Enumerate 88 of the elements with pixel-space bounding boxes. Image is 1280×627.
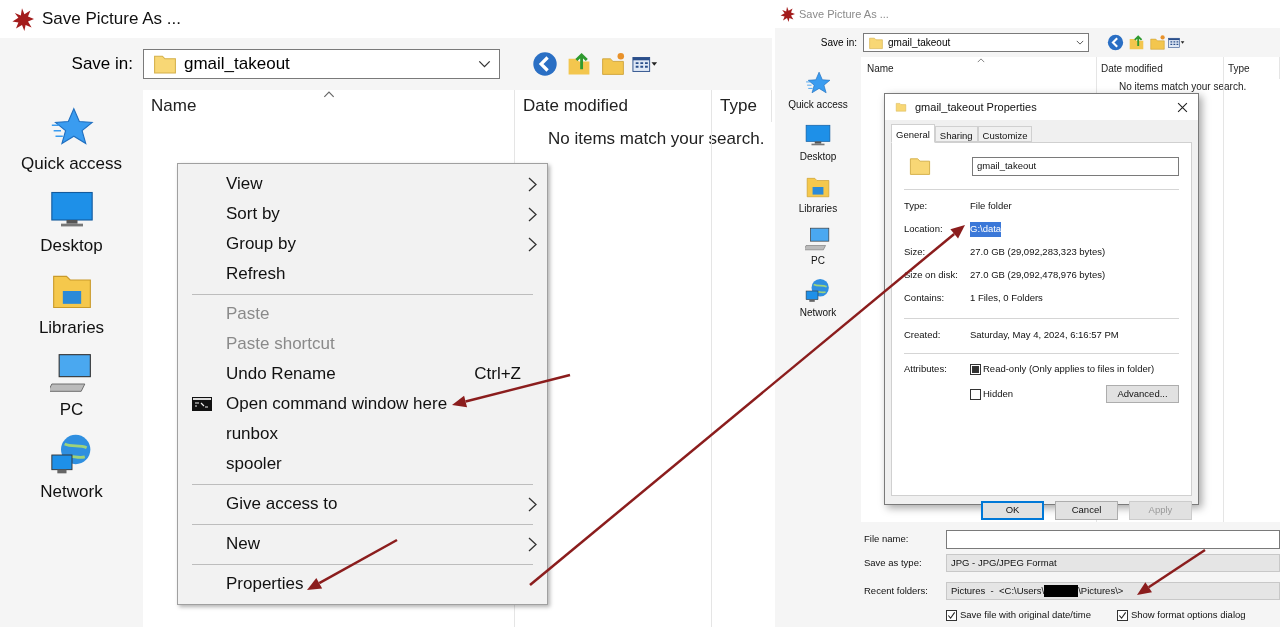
up-folder-icon[interactable] (566, 51, 592, 77)
chevron-icon (478, 60, 491, 68)
column-header[interactable]: Name (143, 90, 515, 122)
recent-folders-dropdown[interactable]: Pictures - <C:\Users\ \Pictures\> (946, 582, 1280, 600)
checkbox[interactable] (1116, 609, 1128, 621)
column-header[interactable]: Type (1224, 57, 1280, 79)
place-item[interactable]: Network (775, 273, 861, 325)
save-in-label: Save in: (819, 36, 857, 50)
checkbox-label: Hidden (983, 387, 1014, 402)
field-label: Save as type: (864, 555, 923, 570)
empty-message: No items match your search. (1118, 80, 1248, 94)
save-in-label: Save in: (70, 53, 133, 76)
place-item[interactable]: Quick access (0, 100, 143, 182)
property-value: 27.0 GB (29,092,478,976 bytes) (970, 268, 1106, 283)
save-in-dropdown[interactable]: gmail_takeout (863, 33, 1089, 52)
checkbox[interactable] (970, 388, 981, 400)
sort-caret-icon (977, 58, 985, 63)
menu-item[interactable]: runbox (178, 419, 547, 449)
dialog-title: gmail_takeout Properties (915, 99, 1038, 115)
tab[interactable]: Customize (977, 126, 1033, 142)
save-in-dropdown[interactable]: gmail_takeout (143, 49, 500, 79)
annotation-arrow (1137, 548, 1206, 595)
column-header[interactable]: Date modified (515, 90, 712, 122)
checkbox-label: Read-only (Only applies to files in folder) (983, 362, 1155, 376)
menu-item[interactable]: Open command window here (178, 389, 547, 419)
place-item[interactable]: Libraries (0, 264, 143, 346)
property-label: Contains: (904, 291, 946, 306)
computer-icon (805, 226, 831, 252)
save-as-type-dropdown[interactable]: JPG - JPG/JPEG Format (946, 554, 1280, 572)
terminal-icon (192, 397, 212, 411)
place-item[interactable]: Desktop (775, 117, 861, 169)
property-label: Size: (904, 245, 927, 260)
menu-item[interactable]: Group by (178, 229, 547, 259)
splat-icon (779, 6, 795, 22)
checkbox-label: Show format options dialog (1130, 608, 1246, 622)
menu-item[interactable]: Refresh (178, 259, 547, 289)
property-value: Saturday, May 4, 2024, 6:16:57 PM (970, 328, 1119, 343)
dialog-button[interactable]: Cancel (1055, 501, 1118, 520)
place-item[interactable]: PC (0, 346, 143, 428)
folder-icon (895, 101, 907, 113)
field-label: Recent folders: (864, 583, 929, 598)
column-header[interactable]: Type (712, 90, 772, 122)
dialog-button[interactable]: OK (981, 501, 1044, 520)
menu-item[interactable]: Undo Rename Ctrl+Z (178, 359, 547, 389)
place-item[interactable]: Quick access (775, 65, 861, 117)
place-item[interactable]: PC (775, 221, 861, 273)
property-value: G:\data (970, 222, 1002, 237)
checkbox[interactable] (970, 363, 981, 375)
property-label: Created: (904, 328, 942, 343)
window-title: Save Picture As ... (42, 8, 181, 31)
name-field[interactable]: gmail_takeout (972, 156, 1179, 176)
chevron-icon (1076, 40, 1084, 45)
checkbox-label: Save file with original date/time (960, 608, 1091, 622)
window-title: Save Picture As ... (799, 6, 889, 22)
star-icon (805, 70, 831, 96)
empty-message: No items match your search. (547, 128, 766, 150)
close-icon[interactable] (1177, 101, 1188, 113)
advanced-button[interactable]: Advanced... (1106, 385, 1179, 404)
property-label: Attributes: (904, 362, 948, 376)
back-icon[interactable] (532, 51, 558, 77)
splat-icon (10, 7, 34, 31)
menu-item[interactable]: New (178, 529, 547, 559)
property-value: 27.0 GB (29,092,283,323 bytes) (970, 245, 1106, 260)
up-folder-icon[interactable] (1128, 34, 1145, 51)
property-value: File folder (970, 199, 1012, 214)
menu-item[interactable]: Give access to (178, 489, 547, 519)
tab[interactable]: Sharing (934, 126, 978, 142)
back-icon[interactable] (1107, 34, 1124, 51)
shortcut-label: Ctrl+Z (474, 363, 521, 386)
sort-caret-icon (323, 91, 335, 98)
checkbox[interactable] (946, 609, 957, 621)
property-label: Type: (904, 199, 929, 214)
property-label: Location: (904, 222, 944, 237)
column-header[interactable]: Date modified (1097, 57, 1224, 79)
property-value: 1 Files, 0 Folders (970, 291, 1043, 306)
tab[interactable]: General (891, 124, 935, 143)
menu-item[interactable]: Sort by (178, 199, 547, 229)
file-name-field[interactable] (946, 529, 1280, 549)
network-icon (805, 278, 831, 304)
field-label: File name: (864, 531, 910, 546)
column-header[interactable]: Name (861, 57, 1097, 79)
monitor-icon (805, 122, 831, 148)
place-item[interactable]: Network (0, 428, 143, 510)
place-item[interactable]: Libraries (775, 169, 861, 221)
menu-item[interactable]: View (178, 169, 547, 199)
menu-item[interactable]: Properties (178, 569, 547, 599)
menu-item[interactable]: spooler (178, 449, 547, 479)
place-item[interactable]: Desktop (0, 182, 143, 264)
